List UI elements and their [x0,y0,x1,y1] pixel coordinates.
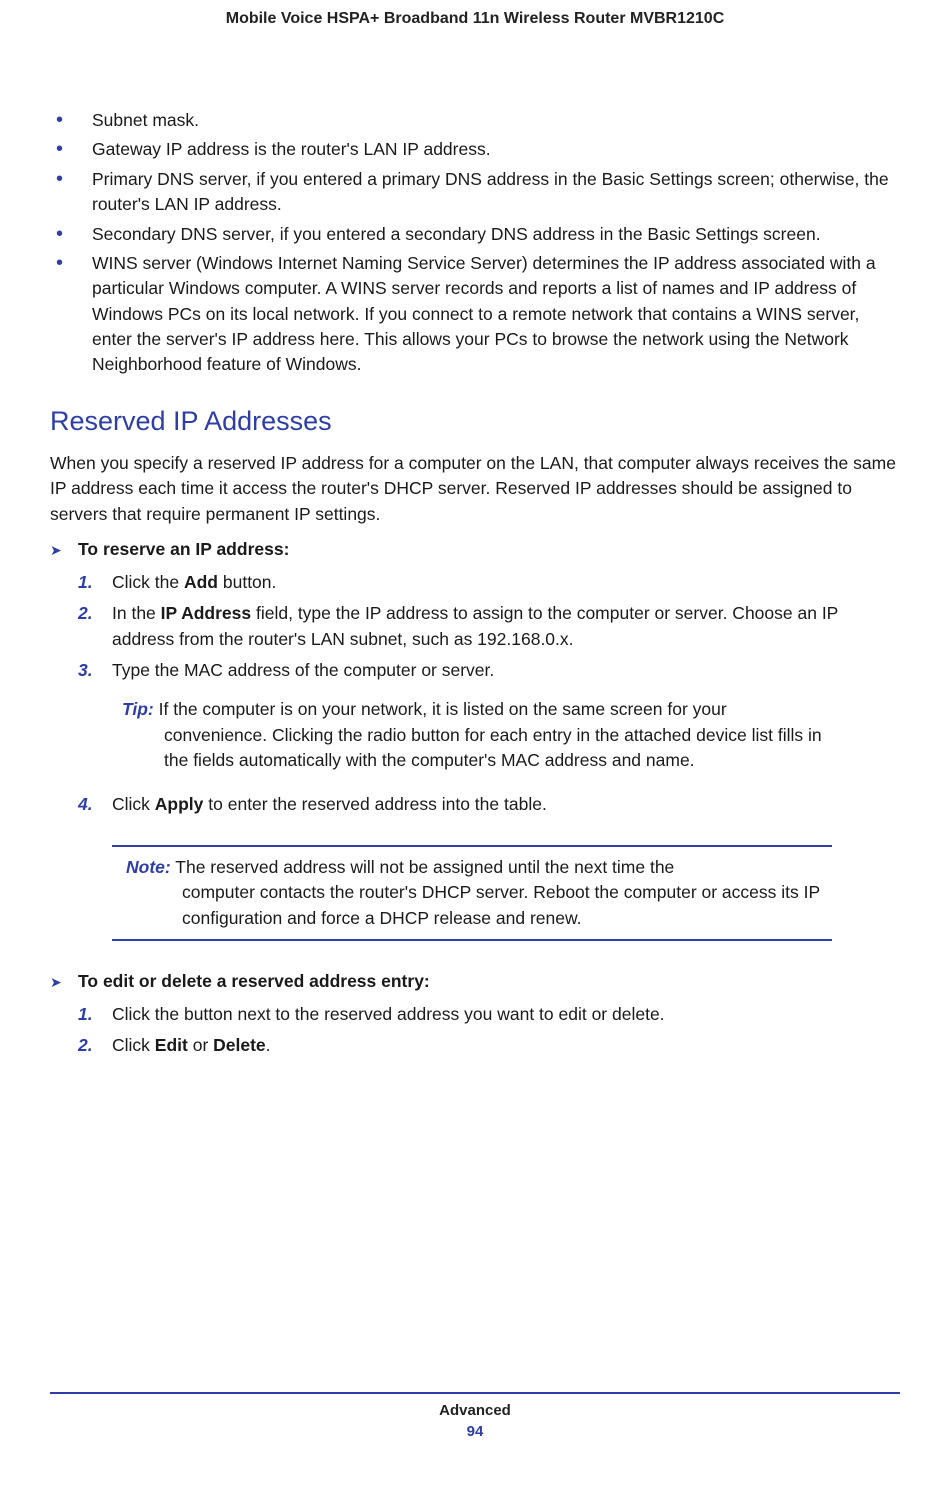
note-text-first-line: The reserved address will not be assigne… [175,857,674,877]
text-fragment: to enter the reserved address into the t… [203,794,546,814]
bullet-text: WINS server (Windows Internet Naming Ser… [92,251,900,378]
text-fragment: or [188,1035,213,1055]
tip-text-rest: convenience. Clicking the radio button f… [122,723,842,774]
step-text: Click Edit or Delete. [108,1033,900,1058]
text-fragment: Click [112,794,155,814]
step-number: 2. [50,1033,108,1058]
text-fragment: . [266,1035,271,1055]
bullet-icon: • [50,167,92,218]
text-fragment: The reserved address will not be assigne… [175,857,674,877]
note-callout: Note: The reserved address will not be a… [112,845,832,941]
text-fragment: Click the [112,572,184,592]
bullet-icon: • [50,251,92,378]
step-number: 1. [50,570,108,595]
step-number: 4. [50,792,108,817]
step-number: 2. [50,601,108,652]
step-text: Click the Add button. [108,570,900,595]
bold-add: Add [184,572,218,592]
bullet-text: Subnet mask. [92,108,900,133]
step-item: 1. Click the Add button. [50,570,900,595]
chevron-right-icon: ➤ [50,539,78,560]
list-item: • Subnet mask. [50,108,900,133]
step-item: 3. Type the MAC address of the computer … [50,658,900,683]
section-intro: When you specify a reserved IP address f… [50,451,900,527]
step-number: 1. [50,1002,108,1027]
bullet-text: Primary DNS server, if you entered a pri… [92,167,900,218]
text-fragment: In the [112,603,161,623]
section-heading-reserved-ip: Reserved IP Addresses [50,406,900,437]
bold-apply: Apply [155,794,204,814]
page-header-title: Mobile Voice HSPA+ Broadband 11n Wireles… [50,10,900,28]
footer-page-number: 94 [50,1423,900,1440]
bullet-icon: • [50,222,92,247]
tip-label: Tip: [122,699,154,719]
bold-edit: Edit [155,1035,188,1055]
text-fragment: If the computer is on your network, it i… [159,699,727,719]
procedure-title: To reserve an IP address: [78,539,289,560]
step-text: Type the MAC address of the computer or … [108,658,900,683]
dhcp-info-list: • Subnet mask. • Gateway IP address is t… [50,108,900,378]
step-item: 2. Click Edit or Delete. [50,1033,900,1058]
steps-reserve: 1. Click the Add button. 2. In the IP Ad… [50,570,900,684]
step-item: 2. In the IP Address field, type the IP … [50,601,900,652]
list-item: • Secondary DNS server, if you entered a… [50,222,900,247]
note-rule-bottom [112,939,832,941]
step-item: 1. Click the button next to the reserved… [50,1002,900,1027]
bullet-text: Gateway IP address is the router's LAN I… [92,137,900,162]
chevron-right-icon: ➤ [50,971,78,992]
bold-ip-address: IP Address [161,603,251,623]
note-text-rest: computer contacts the router's DHCP serv… [126,880,832,931]
footer-section-name: Advanced [50,1402,900,1419]
step-text: In the IP Address field, type the IP add… [108,601,900,652]
step-text: Click Apply to enter the reserved addres… [108,792,900,817]
note-body: Note: The reserved address will not be a… [112,847,832,939]
procedure-heading-reserve: ➤ To reserve an IP address: [50,539,900,560]
list-item: • Primary DNS server, if you entered a p… [50,167,900,218]
step-item: 4. Click Apply to enter the reserved add… [50,792,900,817]
step-number: 3. [50,658,108,683]
bold-delete: Delete [213,1035,266,1055]
text-fragment: button. [218,572,276,592]
note-label: Note: [126,857,171,877]
page-footer: Advanced 94 [50,1392,900,1440]
procedure-title: To edit or delete a reserved address ent… [78,971,430,992]
step-text: Click the button next to the reserved ad… [108,1002,900,1027]
steps-reserve-cont: 4. Click Apply to enter the reserved add… [50,792,900,817]
list-item: • WINS server (Windows Internet Naming S… [50,251,900,378]
tip-text-first-line: If the computer is on your network, it i… [159,699,727,719]
text-fragment: Click [112,1035,155,1055]
bullet-icon: • [50,137,92,162]
list-item: • Gateway IP address is the router's LAN… [50,137,900,162]
tip-callout: Tip: If the computer is on your network,… [122,697,842,773]
bullet-icon: • [50,108,92,133]
bullet-text: Secondary DNS server, if you entered a s… [92,222,900,247]
procedure-heading-edit-delete: ➤ To edit or delete a reserved address e… [50,971,900,992]
steps-edit-delete: 1. Click the button next to the reserved… [50,1002,900,1059]
